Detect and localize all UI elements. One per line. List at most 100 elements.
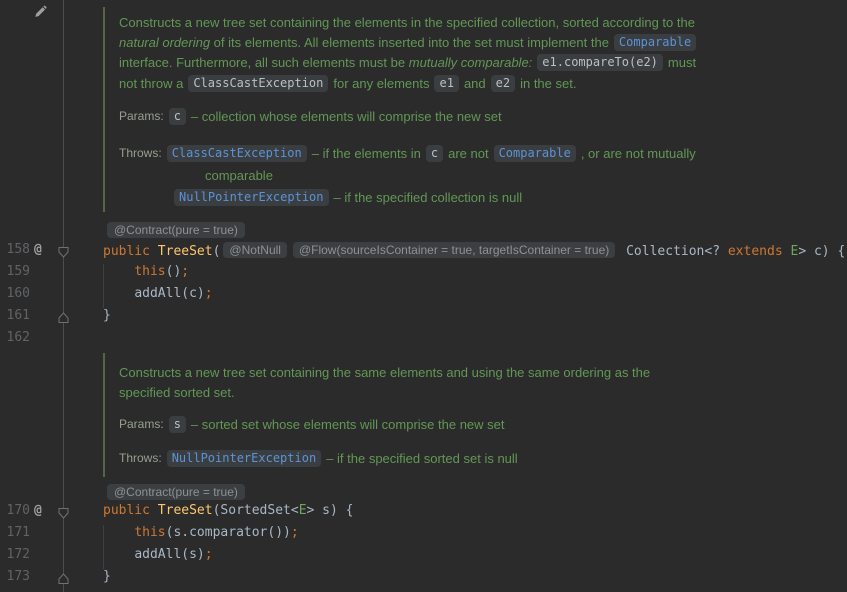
semicolon: ;	[181, 264, 190, 279]
fold-down-icon	[58, 247, 69, 258]
doc-paragraph-line: not throw a ClassCastException for any e…	[119, 73, 576, 93]
doc-params-line: Params: s – sorted set whose elements wi…	[119, 414, 505, 434]
doc-text: – collection whose elements will compris…	[190, 108, 502, 124]
doc-throws-line: Throws: ClassCastException – if the elem…	[119, 143, 696, 163]
code-line-158[interactable]: public TreeSet(@NotNull @Flow(sourceIsCon…	[103, 242, 845, 264]
fold-up-icon	[58, 312, 69, 323]
indent-guide	[103, 525, 104, 569]
doc-text: specified sorted set.	[119, 384, 235, 400]
param-chip: c	[425, 144, 444, 162]
doc-throws-line: NullPointerException – if the specified …	[169, 187, 522, 207]
doc-text: in the set.	[520, 75, 577, 91]
semicolon: ;	[290, 525, 299, 540]
javadoc-block-sortedset-ctor: Constructs a new tree set containing the…	[103, 353, 847, 477]
keyword: extends	[727, 244, 783, 259]
type-parameter: E	[782, 244, 799, 259]
nullpointerexception-link[interactable]: NullPointerException	[174, 188, 329, 206]
doc-params-line: Params: c – collection whose elements wi…	[119, 106, 502, 126]
type-parameter: E	[298, 503, 307, 518]
line-number-161[interactable]: 161	[0, 308, 30, 330]
code-line-161[interactable]: }	[103, 308, 111, 330]
nullpointerexception-link[interactable]: NullPointerException	[166, 449, 322, 467]
param-chip: s	[168, 415, 186, 433]
comparable-link[interactable]: Comparable	[493, 144, 576, 162]
code-text: addAll(c)	[134, 286, 205, 301]
code-line-170[interactable]: public TreeSet(SortedSet<E> s) {	[103, 503, 353, 525]
code-line-159[interactable]: this();	[103, 264, 189, 286]
fold-marker-end-161[interactable]	[57, 311, 70, 324]
doc-text: interface. Furthermore, all such element…	[119, 54, 409, 70]
semicolon: ;	[204, 286, 213, 301]
code-text: addAll(s)	[134, 547, 205, 562]
code-text: > s) {	[306, 503, 354, 518]
ide-editor: 158 159 160 161 162 170 171 172 173 @ @ …	[0, 0, 847, 592]
fold-down-icon	[58, 508, 69, 519]
method-name: TreeSet	[157, 244, 213, 259]
code-chip: e1	[434, 74, 459, 92]
code-line-160[interactable]: addAll(c);	[103, 286, 213, 308]
param-chip: c	[168, 107, 186, 125]
line-number-173[interactable]: 173	[0, 569, 30, 591]
semicolon: ;	[204, 547, 213, 562]
fold-marker-end-173[interactable]	[57, 572, 70, 585]
flow-inlay-hint[interactable]: @Flow(sourceIsContainer = true, targetIs…	[292, 242, 616, 258]
doc-text: , or are not mutually	[580, 145, 696, 161]
keyword: public	[103, 503, 158, 518]
code-text: (	[212, 244, 221, 259]
edit-pencil-icon[interactable]	[32, 2, 50, 20]
gutter-separator	[63, 0, 64, 592]
notnull-inlay-hint[interactable]: @NotNull	[223, 242, 287, 258]
doc-paragraph-line: natural ordering of its elements. All el…	[119, 32, 701, 52]
doc-paragraph-line: Constructs a new tree set containing the…	[119, 12, 695, 32]
contract-inlay-hint[interactable]: @Contract(pure = true)	[107, 222, 245, 238]
code-text: }	[103, 308, 111, 323]
doc-text: Constructs a new tree set containing the…	[119, 14, 695, 30]
contract-inlay-hint[interactable]: @Contract(pure = true)	[107, 484, 245, 500]
line-number-159[interactable]: 159	[0, 264, 30, 286]
line-number-171[interactable]: 171	[0, 525, 30, 547]
doc-italic-text: mutually comparable:	[408, 54, 533, 70]
doc-italic-text: natural ordering	[119, 34, 211, 50]
doc-text: – if the elements in	[311, 145, 421, 161]
doc-text: – if the specified collection is null	[333, 189, 523, 205]
params-label: Params:	[119, 109, 164, 123]
code-chip: ClassCastException	[188, 74, 329, 92]
line-number-170[interactable]: 170	[0, 503, 30, 525]
annotation-gutter-icon[interactable]: @	[34, 242, 50, 264]
fold-marker-expand-158[interactable]	[57, 246, 70, 259]
javadoc-block-collection-ctor: Constructs a new tree set containing the…	[103, 7, 847, 212]
doc-text: not throw a	[119, 75, 184, 91]
classcastexception-link[interactable]: ClassCastException	[166, 144, 307, 162]
line-number-158[interactable]: 158	[0, 242, 30, 264]
keyword: public	[103, 244, 158, 259]
code-text: (SortedSet<	[212, 503, 299, 518]
annotation-gutter-icon[interactable]: @	[34, 503, 50, 525]
code-line-173[interactable]: }	[103, 569, 111, 591]
keyword: this	[134, 525, 166, 540]
params-label: Params:	[119, 417, 164, 431]
doc-paragraph-line: interface. Furthermore, all such element…	[119, 52, 696, 72]
method-name: TreeSet	[157, 503, 213, 518]
pencil-icon	[35, 5, 47, 17]
throws-label: Throws:	[119, 451, 162, 465]
code-line-172[interactable]: addAll(s);	[103, 547, 213, 569]
code-text: > c) {	[798, 244, 846, 259]
line-number-162[interactable]: 162	[0, 330, 30, 352]
code-chip: e2	[490, 74, 516, 92]
line-number-172[interactable]: 172	[0, 547, 30, 569]
indent-guide	[103, 264, 104, 308]
doc-text: – sorted set whose elements will compris…	[190, 416, 505, 432]
doc-text: and	[463, 75, 486, 91]
code-text: }	[103, 569, 111, 584]
code-line-171[interactable]: this(s.comparator());	[103, 525, 299, 547]
code-chip: e1.compareTo(e2)	[537, 53, 663, 71]
line-number-160[interactable]: 160	[0, 286, 30, 308]
fold-marker-expand-170[interactable]	[57, 507, 70, 520]
doc-throws-wrap-line: comparable	[205, 165, 273, 185]
doc-text: of its elements. All elements inserted i…	[210, 34, 609, 50]
comparable-link[interactable]: Comparable	[613, 33, 697, 51]
doc-text: must	[667, 54, 697, 70]
doc-text: Constructs a new tree set containing the…	[119, 364, 651, 380]
